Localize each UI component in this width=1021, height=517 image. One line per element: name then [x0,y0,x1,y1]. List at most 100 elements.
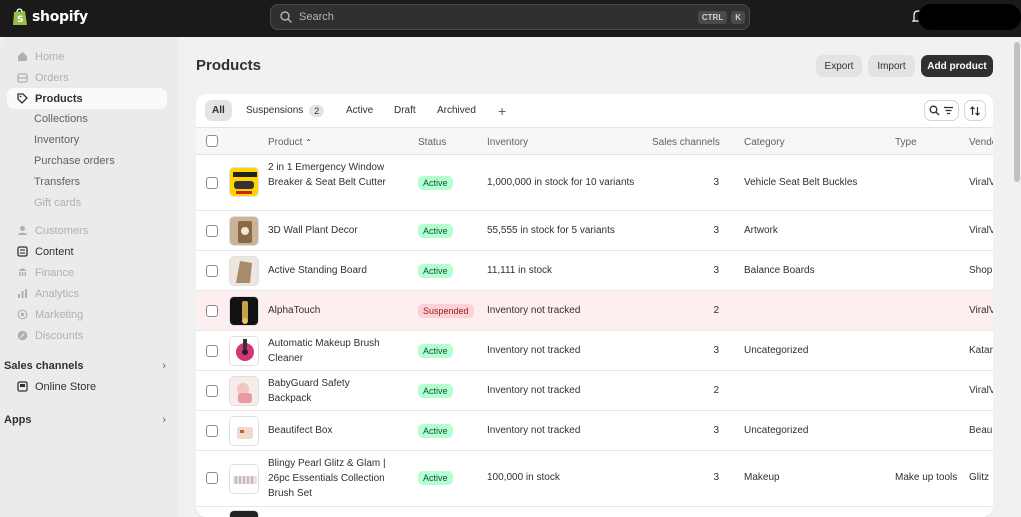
sidebar-item-content[interactable]: Content [7,241,167,262]
category-text: Balance Boards [744,265,815,276]
apps-header[interactable]: Apps › [4,414,166,426]
table-row[interactable]: 2 in 1 Emergency Window Breaker & Seat B… [196,155,993,211]
column-header-sales-channels[interactable]: Sales channels [652,137,720,148]
sidebar-item-label: Products [35,92,83,105]
table-row[interactable]: Blingy Pearl Glitz & Glam | 26pc Essenti… [196,451,993,507]
tab-active[interactable]: Active [339,100,380,121]
orders-icon [16,72,28,84]
chevron-right-icon: › [162,414,166,426]
row-checkbox[interactable] [206,225,218,237]
sidebar-item-marketing[interactable]: Marketing [7,304,167,325]
product-name-link[interactable]: Automatic Makeup Brush Cleaner [268,336,393,366]
sidebar-item-home[interactable]: Home [7,46,167,67]
row-checkbox[interactable] [206,425,218,437]
product-name-link[interactable]: 3D Wall Plant Decor [268,223,393,238]
category-text: Uncategorized [744,345,809,356]
shopify-logo[interactable]: S shopify [12,7,88,26]
column-header-inventory[interactable]: Inventory [487,137,528,148]
tab-archived[interactable]: Archived [430,100,483,121]
inventory-text: Inventory not tracked [487,425,581,436]
product-name-link[interactable]: Active Standing Board [268,263,393,278]
product-thumbnail [229,336,259,366]
column-header-vendor[interactable]: Vendor [969,137,993,148]
add-product-button[interactable]: Add product [921,55,993,77]
filter-lines-icon [944,106,953,115]
section-label: Sales channels [4,360,84,372]
sidebar-item-collections[interactable]: Collections [34,113,88,125]
column-header-type[interactable]: Type [895,137,917,148]
tab-draft[interactable]: Draft [387,100,423,121]
shopify-bag-icon: S [13,8,27,25]
table-row[interactable]: Active Standing Board Active 11,111 in s… [196,251,993,291]
table-row[interactable]: AlphaTouch Suspended Inventory not track… [196,291,993,331]
inventory-text: 100,000 in stock [487,472,560,483]
sidebar-item-orders[interactable]: Orders [7,67,167,88]
sidebar-item-analytics[interactable]: Analytics [7,283,167,304]
store-account-menu[interactable] [918,4,1021,30]
column-header-status[interactable]: Status [418,137,446,148]
row-checkbox[interactable] [206,345,218,357]
sidebar-item-online-store[interactable]: Online Store [7,376,167,397]
sidebar-item-finance[interactable]: Finance [7,262,167,283]
table-row[interactable]: BabyGuard Safety Backpack Active Invento… [196,371,993,411]
product-name-link[interactable]: 2 in 1 Emergency Window Breaker & Seat B… [268,160,393,190]
column-header-product[interactable]: Product ⌃ [268,137,312,148]
product-thumbnail [229,256,259,286]
select-all-checkbox[interactable] [206,135,218,147]
sales-channels-header[interactable]: Sales channels › [4,360,166,372]
shortcut-ctrl: CTRL [697,10,728,24]
product-name-link[interactable]: Beautifect Box [268,423,393,438]
table-row[interactable] [196,507,993,517]
content-icon [16,246,28,258]
sidebar-item-label: Customers [35,224,89,237]
search-filter-button[interactable] [924,100,959,121]
status-badge: Active [418,176,453,190]
table-row[interactable]: Beautifect Box Active Inventory not trac… [196,411,993,451]
search-bar[interactable]: CTRL K [270,4,750,30]
row-checkbox[interactable] [206,472,218,484]
sidebar-item-products[interactable]: Products [7,88,167,109]
sidebar-item-label: Content [35,245,74,258]
sort-button[interactable] [964,100,986,121]
sort-arrows-icon [970,105,980,116]
product-name-link[interactable]: Blingy Pearl Glitz & Glam | 26pc Essenti… [268,456,393,501]
tab-all[interactable]: All [205,100,232,121]
search-input[interactable] [299,11,698,23]
sidebar-item-transfers[interactable]: Transfers [34,176,80,188]
table-row[interactable]: Automatic Makeup Brush Cleaner Active In… [196,331,993,371]
row-checkbox[interactable] [206,385,218,397]
product-thumbnail [229,376,259,406]
sidebar-item-inventory[interactable]: Inventory [34,134,79,146]
tab-suspensions[interactable]: Suspensions 2 [239,100,331,121]
sales-channels-count: 3 [713,177,719,188]
product-name-link[interactable]: BabyGuard Safety Backpack [268,376,393,406]
product-thumbnail [229,510,259,517]
row-checkbox[interactable] [206,177,218,189]
page-scrollbar[interactable] [1013,37,1021,517]
add-view-button[interactable]: + [491,100,513,121]
sidebar-item-gift-cards[interactable]: Gift cards [34,197,81,209]
sidebar-nav: Home Orders Products Collections Invento… [0,37,178,517]
vendor-text: ViralV [969,305,993,316]
product-thumbnail [229,296,259,326]
category-text: Makeup [744,472,780,483]
export-button[interactable]: Export [816,55,862,77]
table-row[interactable]: 3D Wall Plant Decor Active 55,555 in sto… [196,211,993,251]
sales-channels-count: 3 [713,265,719,276]
sidebar-item-discounts[interactable]: Discounts [7,325,167,346]
product-name-link[interactable]: AlphaTouch [268,303,393,318]
row-checkbox[interactable] [206,305,218,317]
products-table-card: All Suspensions 2 Active Draft Archived … [196,94,993,517]
sales-channels-count: 3 [713,225,719,236]
import-button[interactable]: Import [868,55,915,77]
column-header-category[interactable]: Category [744,137,785,148]
product-thumbnail [229,216,259,246]
sidebar-item-purchase-orders[interactable]: Purchase orders [34,155,115,167]
sidebar-item-customers[interactable]: Customers [7,220,167,241]
search-icon [280,11,292,23]
vendor-text: Katar [969,345,993,356]
scrollbar-thumb[interactable] [1014,42,1020,182]
row-checkbox[interactable] [206,265,218,277]
product-thumbnail [229,416,259,446]
sales-channels-count: 2 [713,305,719,316]
